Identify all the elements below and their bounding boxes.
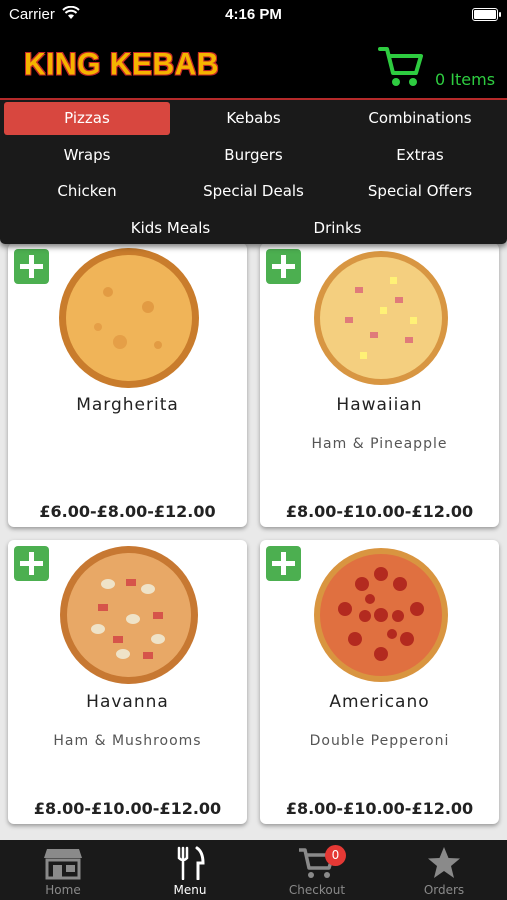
product-price: £8.00-£10.00-£12.00 xyxy=(285,502,474,521)
add-to-cart-icon[interactable] xyxy=(14,249,49,284)
product-description: Ham & Pineapple xyxy=(311,436,448,452)
tab-home[interactable]: Home xyxy=(0,840,126,900)
product-price: £6.00-£8.00-£12.00 xyxy=(39,502,216,521)
category-wraps[interactable]: Wraps xyxy=(4,139,170,172)
product-description: Ham & Mushrooms xyxy=(53,733,202,749)
brand-logo: KING KEBAB xyxy=(24,47,220,82)
bottom-tab-bar: Home Menu 0 Checkout Orders xyxy=(0,840,507,900)
star-icon xyxy=(428,847,460,878)
product-card-margherita[interactable]: Margherita £6.00-£8.00-£12.00 xyxy=(8,243,247,527)
category-burgers[interactable]: Burgers xyxy=(170,139,337,172)
product-price: £8.00-£10.00-£12.00 xyxy=(285,799,474,818)
app-header: KING KEBAB 0 Items xyxy=(0,30,507,100)
tab-menu[interactable]: Menu xyxy=(127,840,253,900)
product-name: Hawaiian xyxy=(336,395,423,415)
add-to-cart-icon[interactable] xyxy=(266,249,301,284)
pizza-image xyxy=(314,251,448,385)
category-special-deals[interactable]: Special Deals xyxy=(170,175,337,208)
product-price: £8.00-£10.00-£12.00 xyxy=(33,799,222,818)
cart-icon[interactable] xyxy=(378,43,426,89)
add-to-cart-icon[interactable] xyxy=(266,546,301,581)
product-card-americano[interactable]: Americano Double Pepperoni £8.00-£10.00-… xyxy=(260,540,499,824)
battery-icon xyxy=(472,8,501,21)
product-name: Americano xyxy=(329,692,430,712)
category-menu: Pizzas Kebabs Combinations Wraps Burgers… xyxy=(0,98,507,244)
pizza-image xyxy=(60,546,198,684)
product-name: Havanna xyxy=(86,692,169,712)
fork-knife-icon xyxy=(177,846,205,880)
product-name: Margherita xyxy=(76,395,179,415)
tab-label: Home xyxy=(45,883,81,897)
status-bar: Carrier 4:16 PM xyxy=(0,0,507,30)
product-description: Double Pepperoni xyxy=(309,733,450,749)
cart-badge: 0 xyxy=(325,845,346,866)
tab-label: Menu xyxy=(173,883,207,897)
category-pizzas[interactable]: Pizzas xyxy=(4,102,170,135)
category-kids-meals[interactable]: Kids Meals xyxy=(87,212,254,245)
category-special-offers[interactable]: Special Offers xyxy=(337,175,503,208)
category-kebabs[interactable]: Kebabs xyxy=(170,102,337,135)
tab-label: Checkout xyxy=(288,883,346,897)
add-to-cart-icon[interactable] xyxy=(14,546,49,581)
product-card-havanna[interactable]: Havanna Ham & Mushrooms £8.00-£10.00-£12… xyxy=(8,540,247,824)
cart-item-count[interactable]: 0 Items xyxy=(435,70,495,89)
pizza-image xyxy=(59,248,199,388)
tab-checkout[interactable]: 0 Checkout xyxy=(254,840,380,900)
store-icon xyxy=(44,849,82,880)
pizza-image xyxy=(314,548,448,682)
category-chicken[interactable]: Chicken xyxy=(4,175,170,208)
category-extras[interactable]: Extras xyxy=(337,139,503,172)
clock: 4:16 PM xyxy=(225,6,282,23)
product-card-hawaiian[interactable]: Hawaiian Ham & Pineapple £8.00-£10.00-£1… xyxy=(260,243,499,527)
category-combinations[interactable]: Combinations xyxy=(337,102,503,135)
tab-label: Orders xyxy=(423,883,465,897)
category-drinks[interactable]: Drinks xyxy=(254,212,421,245)
tab-orders[interactable]: Orders xyxy=(381,840,507,900)
